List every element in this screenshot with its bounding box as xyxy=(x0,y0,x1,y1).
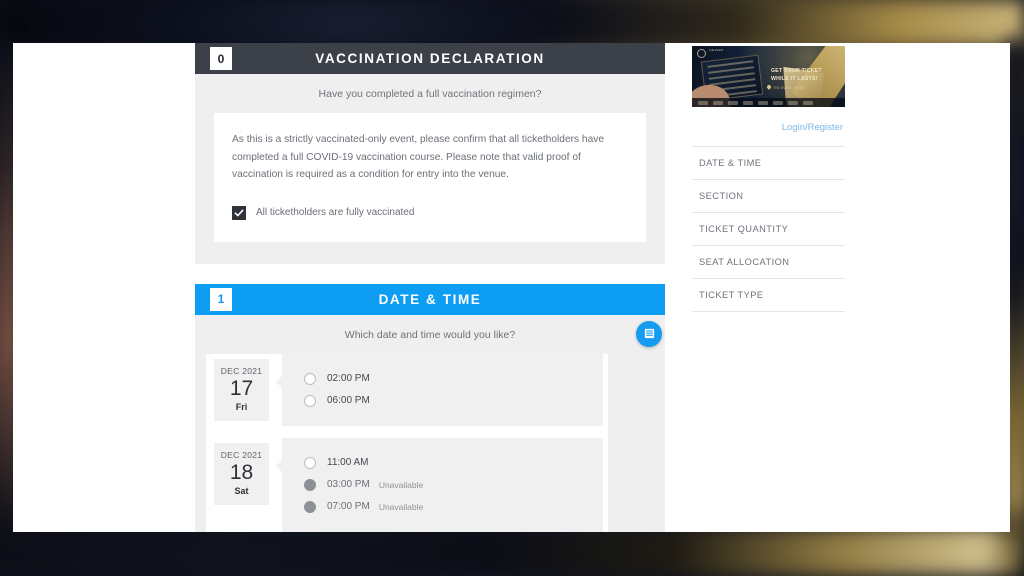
time-slot[interactable]: 06:00 PM xyxy=(304,394,460,407)
banner-logo-text: THE EVENT xyxy=(709,49,724,52)
summary-item-date-time[interactable]: DATE & TIME xyxy=(692,146,845,179)
time-slot-unavailable: 07:00 PM Unavailable xyxy=(304,500,460,513)
list-view-icon xyxy=(644,328,654,339)
vaccination-card-spacer xyxy=(195,242,665,264)
time-slot-unavailable: 03:00 PM Unavailable xyxy=(304,478,460,491)
section-header-date-time: 1 DATE & TIME xyxy=(195,283,665,315)
vaccination-checkbox-label: All ticketholders are fully vaccinated xyxy=(256,207,415,219)
list-view-icon-button[interactable] xyxy=(636,320,662,347)
date-month: DEC 2021 xyxy=(220,449,263,460)
section-date-time: 1 DATE & TIME Which date and time would … xyxy=(195,283,665,532)
event-banner-image: THE EVENT GET YOUR TICKET WHILE IT LASTS… xyxy=(692,46,845,107)
step-badge-1: 1 xyxy=(210,287,232,311)
date-time-scroll-area[interactable]: DEC 2021 17 Fri 02:00 PM 06:00 PM DEC 20… xyxy=(206,353,608,532)
date-weekday: Sat xyxy=(234,485,249,496)
backdrop-streak-bottom xyxy=(0,528,1024,576)
backdrop-streak-top xyxy=(0,0,1024,46)
banner-sponsor-strip xyxy=(692,98,845,107)
summary-item-section[interactable]: SECTION xyxy=(692,179,845,212)
date-pill: DEC 2021 18 Sat xyxy=(214,442,269,505)
date-day-number: 18 xyxy=(229,460,254,484)
banner-headline: GET YOUR TICKET WHILE IT LASTS! xyxy=(771,68,822,83)
time-slot-radio-disabled xyxy=(304,478,316,491)
date-row-spacer xyxy=(206,426,608,438)
date-weekday: Fri xyxy=(235,401,248,412)
date-month: DEC 2021 xyxy=(220,365,263,376)
summary-item-seat-allocation[interactable]: SEAT ALLOCATION xyxy=(692,245,845,278)
vaccination-description: As this is a strictly vaccinated-only ev… xyxy=(232,134,605,181)
time-slot[interactable]: 02:00 PM xyxy=(304,372,460,385)
section-body-date-time: Which date and time would you like? DEC … xyxy=(195,314,665,532)
time-slot-label: 11:00 AM xyxy=(327,457,369,469)
date-pill: DEC 2021 17 Fri xyxy=(214,358,269,421)
summary-step-list: DATE & TIME SECTION TICKET QUANTITY SEAT… xyxy=(692,146,845,312)
section-question-date-time: Which date and time would you like? xyxy=(344,328,516,341)
step-badge-0: 0 xyxy=(210,47,232,70)
section-title-vaccination: VACCINATION DECLARATION xyxy=(315,51,545,66)
time-slot-status: Unavailable xyxy=(378,501,424,512)
time-slot-radio[interactable] xyxy=(304,372,316,385)
section-body-vaccination: Have you completed a full vaccination re… xyxy=(195,74,665,264)
section-question-vaccination: Have you completed a full vaccination re… xyxy=(318,88,542,100)
banner-logo-icon xyxy=(697,49,706,58)
time-slot-status: Unavailable xyxy=(378,479,424,490)
time-slot-group: 11:00 AM 03:00 PM Unavailable 07:00 PM U… xyxy=(276,437,603,532)
browser-page: 0 VACCINATION DECLARATION Have you compl… xyxy=(13,43,1010,532)
time-slot-label: 06:00 PM xyxy=(327,395,370,407)
section-title-date-time: DATE & TIME xyxy=(378,291,482,307)
order-summary-rail: THE EVENT GET YOUR TICKET WHILE IT LASTS… xyxy=(692,46,852,312)
login-register-row: Login/Register xyxy=(692,107,845,146)
date-day-number: 17 xyxy=(229,376,254,400)
section-vaccination-declaration: 0 VACCINATION DECLARATION Have you compl… xyxy=(195,43,665,264)
section-header-vaccination: 0 VACCINATION DECLARATION xyxy=(195,43,665,74)
time-slot-group: 02:00 PM 06:00 PM xyxy=(276,353,603,426)
summary-item-ticket-type[interactable]: TICKET TYPE xyxy=(692,278,845,312)
vaccination-card: As this is a strictly vaccinated-only ev… xyxy=(214,113,646,242)
vaccination-checkbox[interactable] xyxy=(232,205,246,220)
time-slot-label: 07:00 PM xyxy=(327,501,370,513)
login-register-link[interactable]: Login/Register xyxy=(782,122,843,133)
date-row: DEC 2021 17 Fri 02:00 PM 06:00 PM xyxy=(206,353,608,426)
banner-venue-line: THE EVENT VENUE xyxy=(773,86,806,90)
summary-item-ticket-quantity[interactable]: TICKET QUANTITY xyxy=(692,212,845,245)
time-slot-radio[interactable] xyxy=(304,394,316,407)
time-slot-radio-disabled xyxy=(304,500,316,513)
time-slot-label: 03:00 PM xyxy=(327,479,370,491)
vaccination-confirm-row[interactable]: All ticketholders are fully vaccinated xyxy=(232,205,628,220)
time-slot-radio[interactable] xyxy=(304,456,316,469)
date-row: DEC 2021 18 Sat 11:00 AM 03:00 PM Unavai… xyxy=(206,437,608,532)
time-slot-label: 02:00 PM xyxy=(327,373,370,385)
time-slot[interactable]: 11:00 AM xyxy=(304,456,460,469)
